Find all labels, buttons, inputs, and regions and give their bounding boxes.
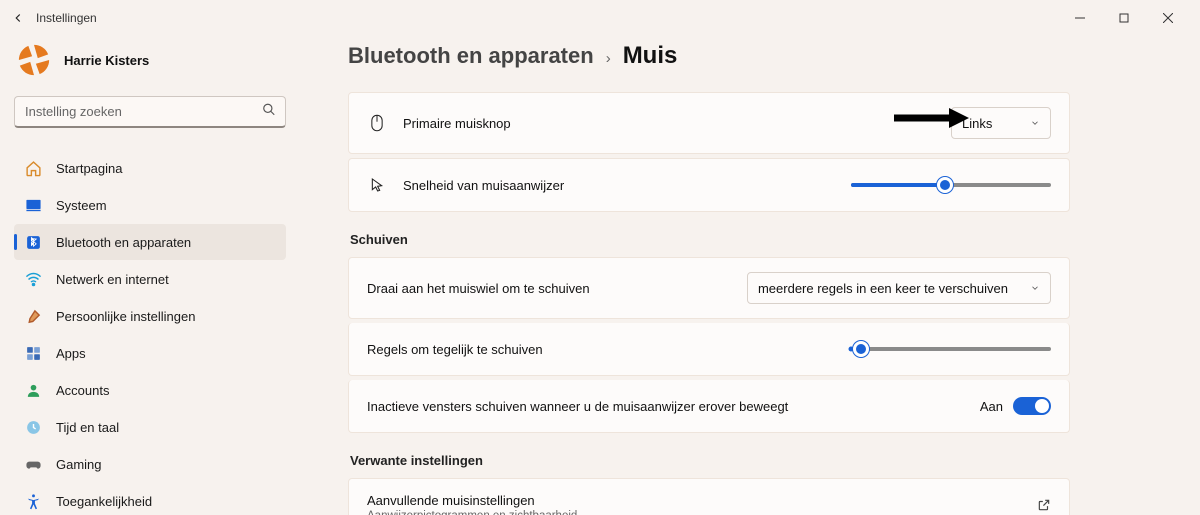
nav-item-accounts[interactable]: Accounts <box>14 372 286 408</box>
home-icon <box>24 159 42 177</box>
setting-label: Draai aan het muiswiel om te schuiven <box>367 281 731 296</box>
chevron-right-icon: › <box>606 50 611 67</box>
nav-item-accessibility[interactable]: Toegankelijkheid <box>14 483 286 515</box>
nav: Startpagina Systeem Bluetooth en apparat… <box>14 150 286 515</box>
brush-icon <box>24 307 42 325</box>
section-heading-scroll: Schuiven <box>350 232 1070 247</box>
nav-label: Toegankelijkheid <box>56 494 152 509</box>
nav-label: Accounts <box>56 383 109 398</box>
lines-slider[interactable] <box>851 347 1051 351</box>
nav-item-home[interactable]: Startpagina <box>14 150 286 186</box>
avatar <box>16 42 52 78</box>
setting-inactive-scroll: Inactieve vensters schuiven wanneer u de… <box>348 380 1070 433</box>
apps-icon <box>24 344 42 362</box>
main-content: Bluetooth en apparaten › Muis Primaire m… <box>300 36 1200 515</box>
nav-label: Netwerk en internet <box>56 272 169 287</box>
nav-item-bluetooth[interactable]: Bluetooth en apparaten <box>14 224 286 260</box>
chevron-down-icon <box>1030 281 1040 296</box>
toggle-state-label: Aan <box>980 399 1003 414</box>
inactive-scroll-toggle[interactable] <box>1013 397 1051 415</box>
nav-label: Persoonlijke instellingen <box>56 309 195 324</box>
profile-name: Harrie Kisters <box>64 53 149 68</box>
setting-label: Snelheid van muisaanwijzer <box>403 178 835 193</box>
nav-label: Apps <box>56 346 86 361</box>
sidebar: Harrie Kisters Startpagina Systeem Bluet… <box>0 36 300 515</box>
link-label: Aanvullende muisinstellingen <box>367 493 1021 508</box>
setting-lines-at-once: Regels om tegelijk te schuiven <box>348 323 1070 376</box>
chevron-down-icon <box>1030 116 1040 131</box>
search-icon <box>262 103 276 122</box>
setting-label: Regels om tegelijk te schuiven <box>367 342 835 357</box>
link-additional-settings[interactable]: Aanvullende muisinstellingen Aanwijzerpi… <box>348 478 1070 515</box>
person-icon <box>24 381 42 399</box>
setting-pointer-speed: Snelheid van muisaanwijzer <box>348 158 1070 212</box>
search-wrap <box>14 96 286 128</box>
setting-label: Inactieve vensters schuiven wanneer u de… <box>367 399 964 414</box>
breadcrumb-current: Muis <box>623 42 678 70</box>
accessibility-icon <box>24 492 42 510</box>
primary-button-dropdown[interactable]: Links <box>951 107 1051 139</box>
scroll-wheel-dropdown[interactable]: meerdere regels in een keer te verschuiv… <box>747 272 1051 304</box>
close-button[interactable] <box>1146 2 1190 34</box>
nav-item-personalization[interactable]: Persoonlijke instellingen <box>14 298 286 334</box>
dropdown-value: meerdere regels in een keer te verschuiv… <box>758 281 1008 296</box>
titlebar-label: Instellingen <box>36 11 97 25</box>
mouse-icon <box>367 113 387 133</box>
cursor-icon <box>367 175 387 195</box>
breadcrumb: Bluetooth en apparaten › Muis <box>348 42 1070 70</box>
nav-label: Bluetooth en apparaten <box>56 235 191 250</box>
nav-item-system[interactable]: Systeem <box>14 187 286 223</box>
search-input[interactable] <box>14 96 286 128</box>
system-icon <box>24 196 42 214</box>
back-icon[interactable] <box>10 10 26 26</box>
maximize-button[interactable] <box>1102 2 1146 34</box>
titlebar: Instellingen <box>0 0 1200 36</box>
dropdown-value: Links <box>962 116 992 131</box>
nav-item-gaming[interactable]: Gaming <box>14 446 286 482</box>
minimize-button[interactable] <box>1058 2 1102 34</box>
nav-label: Gaming <box>56 457 102 472</box>
breadcrumb-parent[interactable]: Bluetooth en apparaten <box>348 43 594 69</box>
section-heading-related: Verwante instellingen <box>350 453 1070 468</box>
bluetooth-icon <box>24 233 42 251</box>
nav-item-apps[interactable]: Apps <box>14 335 286 371</box>
nav-label: Systeem <box>56 198 107 213</box>
nav-item-network[interactable]: Netwerk en internet <box>14 261 286 297</box>
nav-label: Startpagina <box>56 161 123 176</box>
nav-item-time[interactable]: Tijd en taal <box>14 409 286 445</box>
profile[interactable]: Harrie Kisters <box>14 40 286 96</box>
setting-primary-button: Primaire muisknop Links <box>348 92 1070 154</box>
external-link-icon <box>1037 498 1051 515</box>
wifi-icon <box>24 270 42 288</box>
gamepad-icon <box>24 455 42 473</box>
window-controls <box>1058 2 1190 34</box>
pointer-speed-slider[interactable] <box>851 183 1051 187</box>
setting-scroll-wheel: Draai aan het muiswiel om te schuiven me… <box>348 257 1070 319</box>
setting-label: Primaire muisknop <box>403 116 935 131</box>
nav-label: Tijd en taal <box>56 420 119 435</box>
link-sub: Aanwijzerpictogrammen en zichtbaarheid <box>367 510 1021 515</box>
clock-icon <box>24 418 42 436</box>
